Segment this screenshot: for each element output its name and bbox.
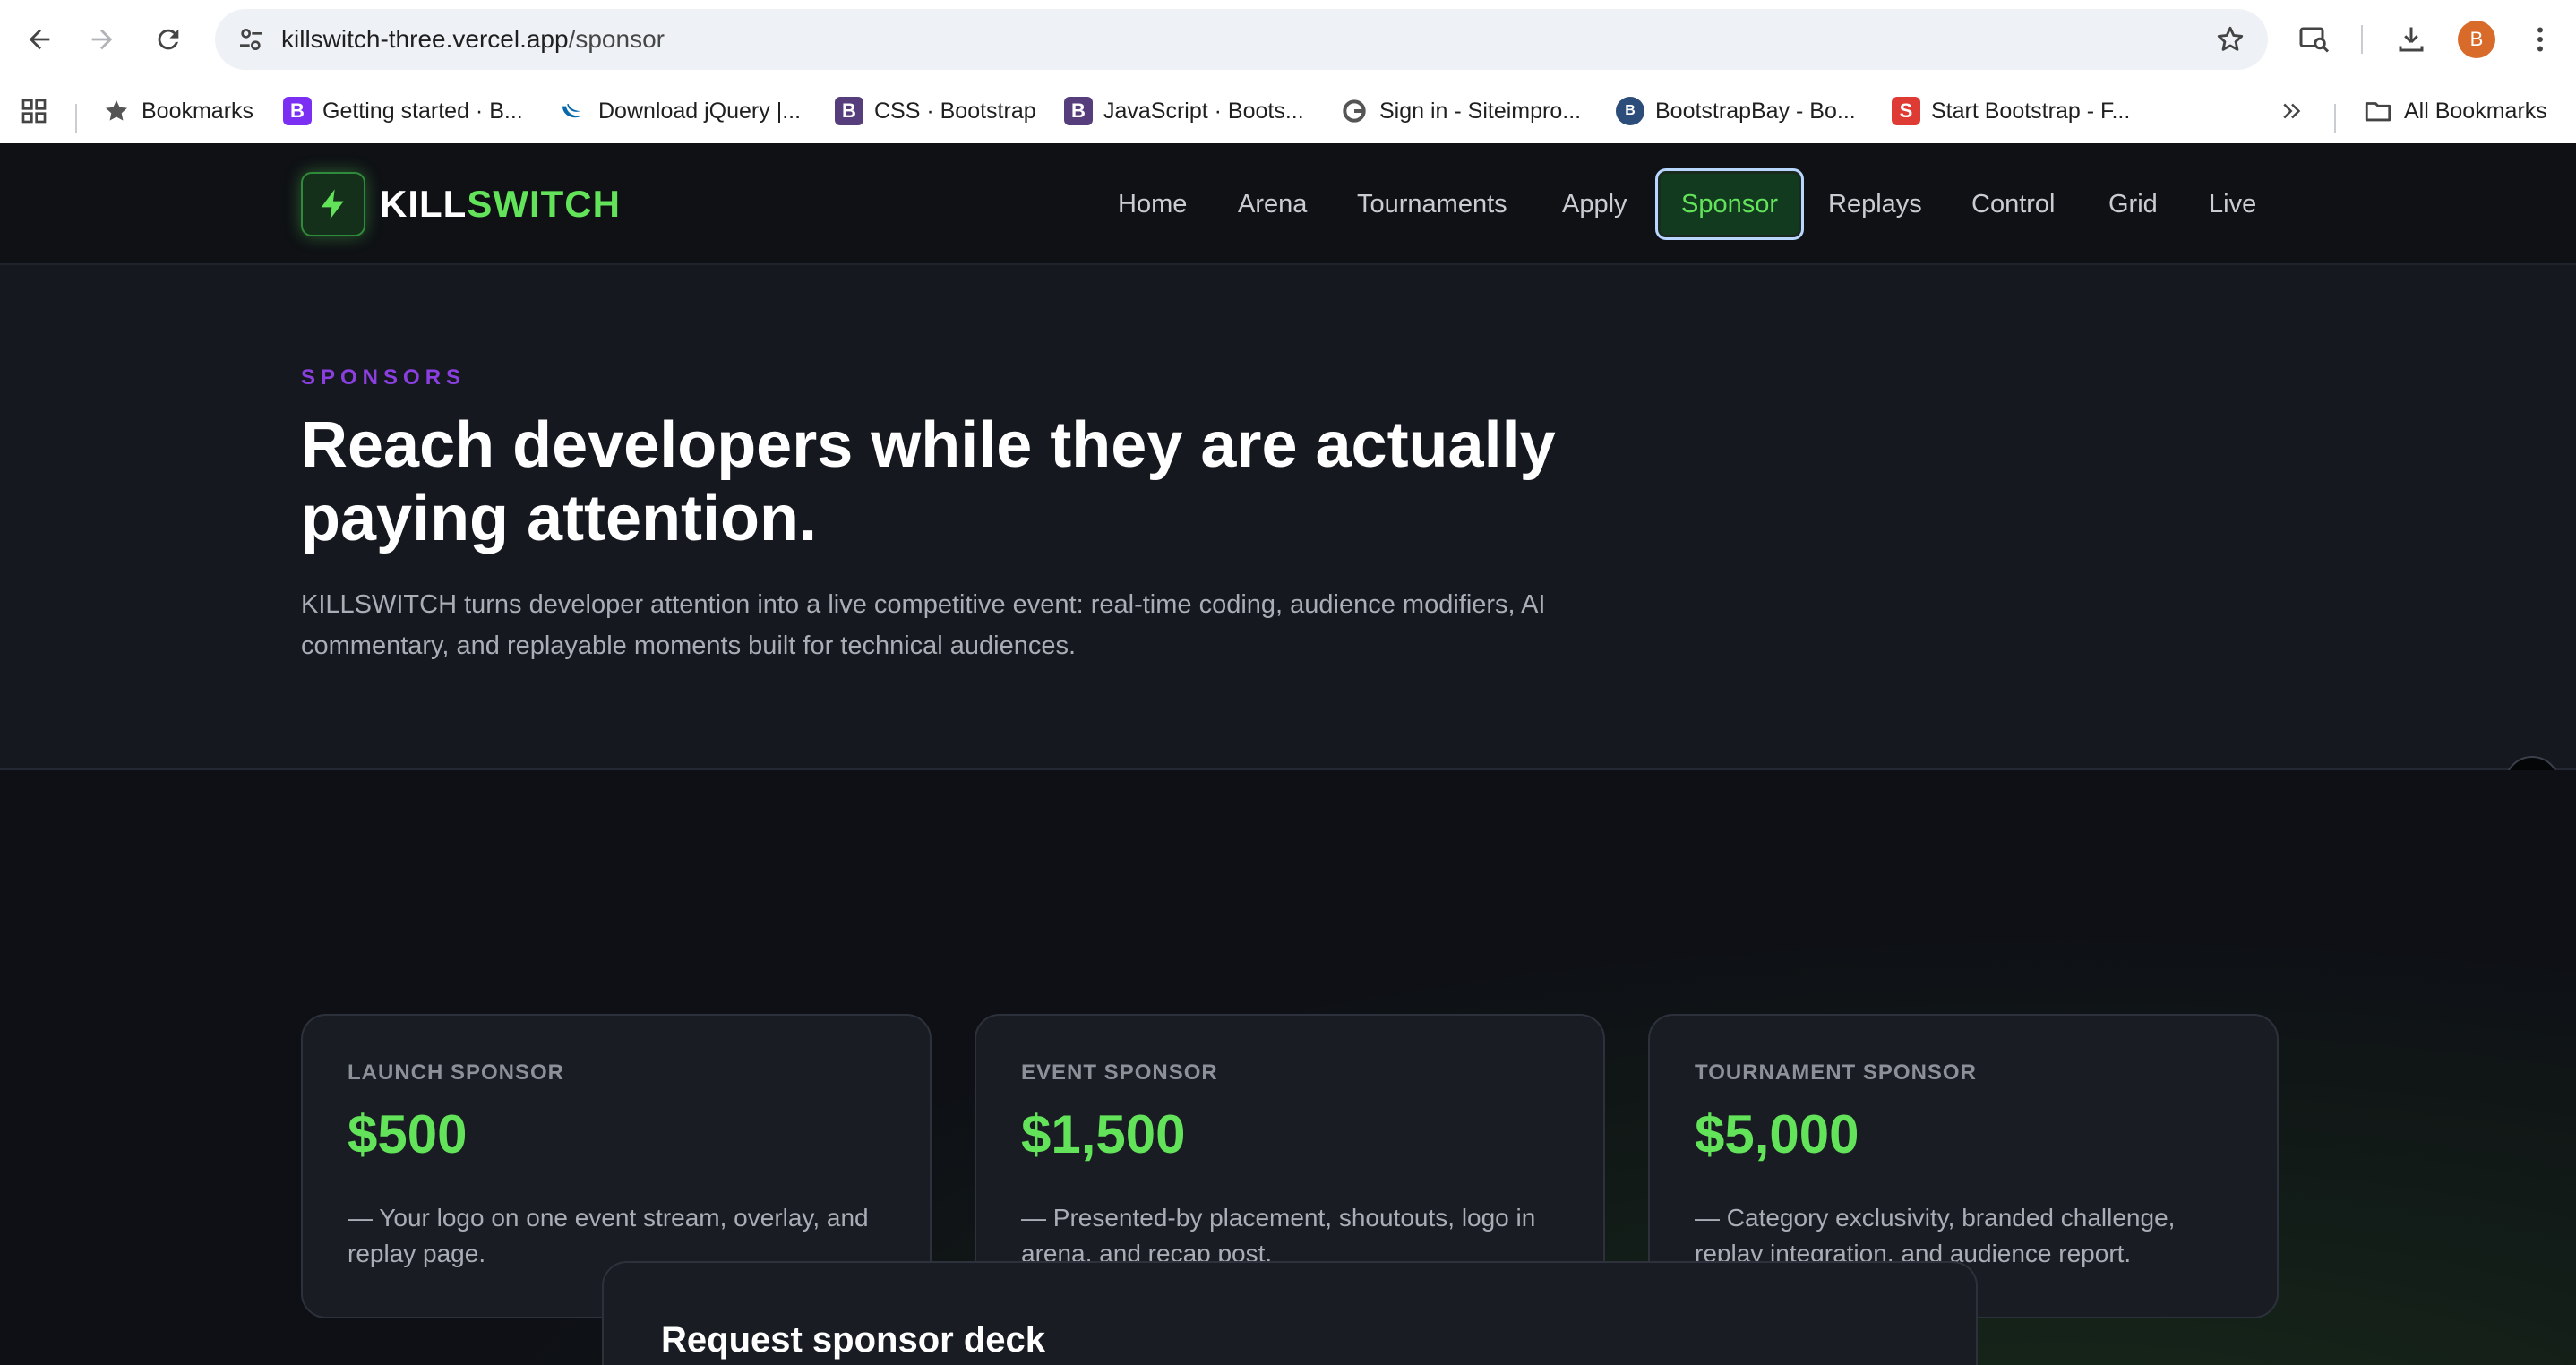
bookmark-label: Getting started · B... [322,98,523,124]
arrow-right-icon [91,29,113,50]
startbootstrap-icon: S [1892,97,1920,125]
star-icon [102,97,131,125]
bookmarks-bar: Bookmarks B Getting started · B... Downl… [0,79,2576,143]
deck-title: Request sponsor deck [661,1320,1046,1360]
reload-button[interactable] [147,18,190,61]
kebab-menu-icon [2537,27,2543,52]
bookmark-label: Bookmarks [142,98,254,124]
all-bookmarks-button[interactable]: All Bookmarks [2363,91,2547,131]
tier-price: $1,500 [1021,1104,1186,1164]
bookmark-item[interactable]: B BootstrapBay - Bo... [1616,91,1856,131]
nav-sponsor[interactable]: Sponsor [1655,168,1804,240]
omnibox[interactable]: killswitch-three.vercel.app/sponsor [215,9,2268,70]
lens-search-button[interactable] [2293,18,2336,61]
logo-switch: SWITCH [467,183,621,225]
logo-wordmark[interactable]: KILLSWITCH [380,179,621,229]
bookmark-label: CSS · Bootstrap [874,98,1036,124]
nav-apply[interactable]: Apply [1562,183,1627,226]
tier-price: $500 [348,1104,468,1164]
logo-kill: KILL [380,183,468,225]
bookmark-item[interactable]: Sign in - Siteimpro... [1340,91,1581,131]
forward-button[interactable] [81,18,124,61]
hero-section: SPONSORS Reach developers while they are… [0,265,2576,770]
browser-menu-button[interactable] [2519,18,2562,61]
url-host: killswitch-three.vercel.app [281,25,569,53]
nav-home[interactable]: Home [1118,183,1187,226]
siteimprove-icon [1340,97,1369,125]
bookmark-label: Download jQuery |... [598,98,802,124]
nav-arena[interactable]: Arena [1238,183,1307,226]
bookmark-label: BootstrapBay - Bo... [1655,98,1856,124]
nav-control[interactable]: Control [1971,183,2056,226]
bookmark-item[interactable]: Bookmarks [102,91,253,131]
url-text[interactable]: killswitch-three.vercel.app/sponsor [281,9,665,70]
tier-price: $5,000 [1695,1104,1859,1164]
profile-avatar[interactable]: B [2458,21,2495,58]
browser-chrome: killswitch-three.vercel.app/sponsor B Bo… [0,0,2576,143]
hero-description: KILLSWITCH turns developer attention int… [301,590,1546,660]
bookmark-label: JavaScript · Boots... [1103,98,1304,124]
bookmark-star-icon[interactable] [2212,21,2248,57]
folder-icon [2365,102,2391,122]
bookmark-item[interactable]: B CSS · Bootstrap [835,91,1036,131]
bookmark-item[interactable]: B JavaScript · Boots... [1064,91,1304,131]
more-bookmarks-button[interactable] [2279,91,2306,131]
bookmarks-divider [75,104,77,133]
tier-label: LAUNCH SPONSOR [348,1060,565,1085]
chevron-double-right-icon [2283,103,2301,119]
reload-icon [158,29,179,50]
address-bar-row: killswitch-three.vercel.app/sponsor B [0,0,2576,79]
bootstrap-icon: B [1064,97,1093,125]
toolbar-divider [2361,25,2363,54]
web-page: KILLSWITCH Home Arena Tournaments Apply … [0,143,2576,1365]
url-path: /sponsor [568,25,665,53]
nav-grid[interactable]: Grid [2108,183,2158,226]
sponsor-deck-form: Request sponsor deck [602,1261,1978,1365]
apps-button[interactable] [20,91,48,131]
bookmark-item[interactable]: B Getting started · B... [283,91,523,131]
site-header: KILLSWITCH Home Arena Tournaments Apply … [0,143,2576,265]
download-icon [2399,27,2424,52]
lightning-bolt-icon [321,189,344,219]
tier-label: EVENT SPONSOR [1021,1060,1218,1085]
apps-grid-icon [21,99,47,124]
section-eyebrow: SPONSORS [301,365,467,390]
downloads-button[interactable] [2390,18,2433,61]
bookmark-item[interactable]: Download jQuery |... [559,91,801,131]
jquery-icon [559,97,588,125]
all-bookmarks-label: All Bookmarks [2404,98,2547,124]
nav-live[interactable]: Live [2209,183,2256,226]
bootstrap-icon: B [835,97,863,125]
bookmarks-divider [2334,104,2336,133]
bookmark-item[interactable]: S Start Bootstrap - F... [1892,91,2130,131]
arrow-left-icon [29,29,50,50]
logo-badge[interactable] [301,172,365,236]
nav-replays[interactable]: Replays [1828,183,1922,226]
bootstrapbay-icon: B [1616,97,1644,125]
bootstrap-icon: B [283,97,312,125]
nav-tournaments[interactable]: Tournaments [1357,183,1507,226]
tier-label: TOURNAMENT SPONSOR [1695,1060,1977,1085]
page-title: Reach developers while they are actually… [301,409,1556,554]
back-button[interactable] [18,18,61,61]
bookmark-label: Start Bootstrap - F... [1931,98,2131,124]
screen-search-icon [2299,27,2330,53]
bookmark-label: Sign in - Siteimpro... [1379,98,1582,124]
site-info-icon[interactable] [233,21,269,57]
